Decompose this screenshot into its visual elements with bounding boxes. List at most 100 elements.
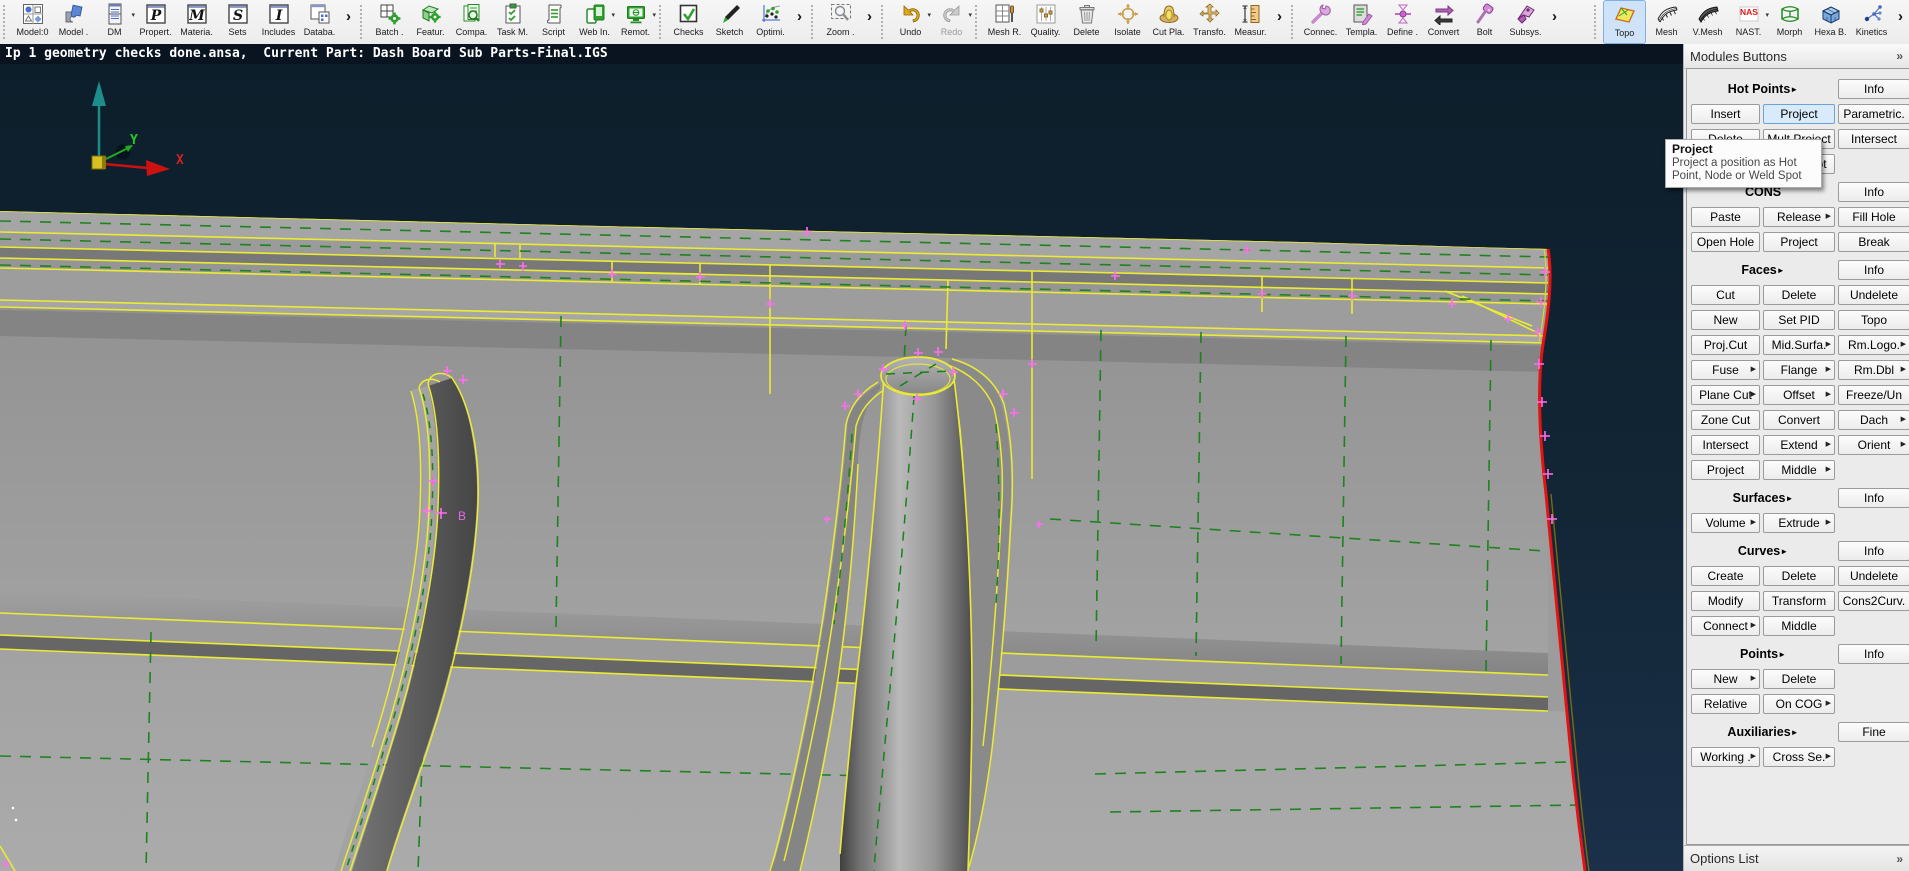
toolbar-drag-handle[interactable] xyxy=(3,5,8,39)
btn-project[interactable]: Project xyxy=(1763,232,1835,252)
tool-connec[interactable]: Connec. xyxy=(1300,0,1341,44)
btn-transform[interactable]: Transform xyxy=(1763,591,1835,611)
tool-dm[interactable]: ▾ DM xyxy=(94,0,135,44)
group-expand-icon[interactable]: › xyxy=(1271,0,1288,44)
btn-create[interactable]: Create xyxy=(1691,566,1760,586)
tool-model-0[interactable]: Model:0 xyxy=(12,0,53,44)
btn-curves-info[interactable]: Info xyxy=(1838,541,1909,561)
tool-batch[interactable]: Batch . xyxy=(369,0,410,44)
btn-auxiliaries-fine[interactable]: Fine xyxy=(1838,722,1909,742)
btn-rm-dbl[interactable]: Rm.Dbl ▶ xyxy=(1838,360,1909,380)
btn-dach[interactable]: Dach ▶ xyxy=(1838,410,1909,430)
btn-freeze-un[interactable]: Freeze/Un xyxy=(1838,385,1909,405)
tool-cut-pla[interactable]: Cut Pla. xyxy=(1148,0,1189,44)
tool-v-mesh[interactable]: V.Mesh xyxy=(1687,0,1728,44)
btn-working[interactable]: Working . ▶ xyxy=(1691,747,1760,767)
toolbar-drag-handle[interactable] xyxy=(1291,5,1296,39)
tool-includes[interactable]: I Includes xyxy=(258,0,299,44)
btn-cross-se[interactable]: Cross Se. ▶ xyxy=(1763,747,1835,767)
btn-points-info[interactable]: Info xyxy=(1838,644,1909,664)
toolbar-drag-handle[interactable] xyxy=(975,5,980,39)
btn-cut[interactable]: Cut xyxy=(1691,285,1760,305)
group-expand-icon[interactable]: › xyxy=(1892,0,1909,44)
section-title-hot-points[interactable]: Hot Points► xyxy=(1691,82,1835,96)
section-title-curves[interactable]: Curves► xyxy=(1691,544,1835,558)
tool-isolate[interactable]: Isolate xyxy=(1107,0,1148,44)
btn-parametric[interactable]: Parametric. xyxy=(1838,104,1909,124)
tool-sets[interactable]: S Sets xyxy=(217,0,258,44)
btn-delete[interactable]: Delete xyxy=(1763,285,1835,305)
btn-plane-cut[interactable]: Plane Cut ▶ xyxy=(1691,385,1760,405)
toolbar-drag-handle[interactable] xyxy=(659,5,664,39)
tool-checks[interactable]: Checks xyxy=(668,0,709,44)
btn-middle[interactable]: Middle ▶ xyxy=(1763,460,1835,480)
sidebar-collapse-icon[interactable]: » xyxy=(1896,49,1903,63)
tool-quality[interactable]: Quality. xyxy=(1025,0,1066,44)
tool-nast[interactable]: NAS ▾ NAST. xyxy=(1728,0,1769,44)
btn-break[interactable]: Break xyxy=(1838,232,1909,252)
btn-open-hole[interactable]: Open Hole xyxy=(1691,232,1760,252)
section-title-auxiliaries[interactable]: Auxiliaries► xyxy=(1691,725,1835,739)
tool-undo[interactable]: ▾ Undo xyxy=(890,0,931,44)
tool-define[interactable]: Define . xyxy=(1382,0,1423,44)
options-list-collapse-icon[interactable]: » xyxy=(1896,852,1903,866)
btn-intersect[interactable]: Intersect xyxy=(1691,435,1760,455)
btn-relative[interactable]: Relative xyxy=(1691,694,1760,714)
btn-fill-hole[interactable]: Fill Hole xyxy=(1838,207,1909,227)
btn-flange[interactable]: Flange ▶ xyxy=(1763,360,1835,380)
dropdown-caret-icon[interactable]: ▾ xyxy=(652,11,656,19)
btn-extrude[interactable]: Extrude ▶ xyxy=(1763,513,1835,533)
tool-kinetics[interactable]: Kinetics xyxy=(1851,0,1892,44)
btn-insert[interactable]: Insert xyxy=(1691,104,1760,124)
tool-mesh-r[interactable]: Mesh R. xyxy=(984,0,1025,44)
btn-volume[interactable]: Volume ▶ xyxy=(1691,513,1760,533)
section-title-faces[interactable]: Faces► xyxy=(1691,263,1835,277)
group-expand-icon[interactable]: › xyxy=(791,0,808,44)
tool-hexa-b[interactable]: Hexa B. xyxy=(1810,0,1851,44)
dropdown-caret-icon[interactable]: ▾ xyxy=(968,11,972,19)
toolbar-drag-handle[interactable] xyxy=(1594,5,1599,39)
btn-on-cog[interactable]: On COG ▶ xyxy=(1763,694,1835,714)
btn-project[interactable]: Project xyxy=(1763,104,1835,124)
btn-fuse[interactable]: Fuse ▶ xyxy=(1691,360,1760,380)
tool-model[interactable]: Model . xyxy=(53,0,94,44)
group-expand-icon[interactable]: › xyxy=(1546,0,1563,44)
tool-materia[interactable]: M Materia. xyxy=(176,0,217,44)
btn-orient[interactable]: Orient ▶ xyxy=(1838,435,1909,455)
toolbar-drag-handle[interactable] xyxy=(360,5,365,39)
btn-convert[interactable]: Convert xyxy=(1763,410,1835,430)
btn-offset[interactable]: Offset ▶ xyxy=(1763,385,1835,405)
btn-faces-info[interactable]: Info xyxy=(1838,260,1909,280)
viewport-3d[interactable]: B Y X xyxy=(0,64,1683,871)
tool-morph[interactable]: Morph xyxy=(1769,0,1810,44)
btn-extend[interactable]: Extend ▶ xyxy=(1763,435,1835,455)
tool-optimi[interactable]: Optimi. xyxy=(750,0,791,44)
toolbar-drag-handle[interactable] xyxy=(881,5,886,39)
btn-delete[interactable]: Delete xyxy=(1763,669,1835,689)
tool-transfo[interactable]: Transfo. xyxy=(1189,0,1230,44)
tool-featur[interactable]: Featur. xyxy=(410,0,451,44)
btn-hot-points-info[interactable]: Info xyxy=(1838,79,1909,99)
btn-set-pid[interactable]: Set PID xyxy=(1763,310,1835,330)
group-expand-icon[interactable]: › xyxy=(861,0,878,44)
tool-mesh[interactable]: Mesh xyxy=(1646,0,1687,44)
tool-convert[interactable]: Convert xyxy=(1423,0,1464,44)
btn-modify[interactable]: Modify xyxy=(1691,591,1760,611)
btn-intersect[interactable]: Intersect xyxy=(1838,129,1909,149)
tool-compa[interactable]: Compa. xyxy=(451,0,492,44)
btn-project[interactable]: Project xyxy=(1691,460,1760,480)
btn-cons-info[interactable]: Info xyxy=(1838,182,1909,202)
tool-script[interactable]: Script xyxy=(533,0,574,44)
group-expand-icon[interactable]: › xyxy=(340,0,357,44)
tool-zoom[interactable]: Zoom . xyxy=(820,0,861,44)
tool-databa[interactable]: Databa. xyxy=(299,0,340,44)
tool-remot[interactable]: ▾ Remot. xyxy=(615,0,656,44)
btn-delete[interactable]: Delete xyxy=(1763,566,1835,586)
btn-cons2curv[interactable]: Cons2Curv. xyxy=(1838,591,1909,611)
tool-propert[interactable]: P Propert. xyxy=(135,0,176,44)
tool-topo[interactable]: Topo xyxy=(1603,0,1646,44)
btn-topo[interactable]: Topo xyxy=(1838,310,1909,330)
tool-measur[interactable]: Measur. xyxy=(1230,0,1271,44)
toolbar-drag-handle[interactable] xyxy=(811,5,816,39)
tool-redo[interactable]: ▾ Redo xyxy=(931,0,972,44)
